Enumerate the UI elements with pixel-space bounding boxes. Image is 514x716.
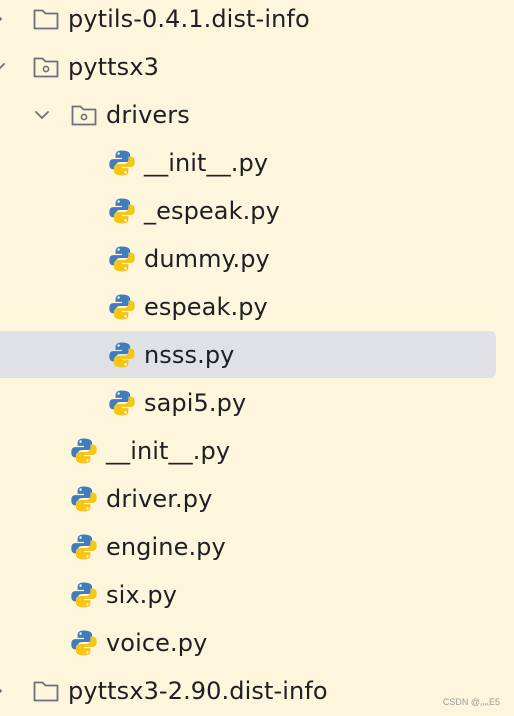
package-folder-icon <box>70 101 98 129</box>
python-file-icon <box>108 245 136 273</box>
selection-highlight <box>0 331 496 378</box>
python-file-icon <box>108 293 136 321</box>
project-tree: pytils-0.4.1.dist-info pyttsx3 drivers _… <box>0 0 514 716</box>
tree-row-file[interactable]: driver.py <box>0 475 514 523</box>
python-file-icon <box>70 581 98 609</box>
tree-row-pyttsx3-dist-info[interactable]: pyttsx3-2.90.dist-info <box>0 667 514 715</box>
tree-row-file[interactable]: __init__.py <box>0 427 514 475</box>
tree-item-label: six.py <box>106 581 178 609</box>
tree-row-file[interactable]: __init__.py <box>0 139 514 187</box>
tree-item-label: dummy.py <box>144 245 270 273</box>
tree-item-label: pytils-0.4.1.dist-info <box>68 5 310 33</box>
tree-item-label: __init__.py <box>144 149 269 177</box>
tree-item-label: nsss.py <box>144 341 235 369</box>
python-file-icon <box>108 149 136 177</box>
tree-row-pyttsx3[interactable]: pyttsx3 <box>0 43 514 91</box>
tree-row-file[interactable]: dummy.py <box>0 235 514 283</box>
python-file-icon <box>108 197 136 225</box>
package-folder-icon <box>32 53 60 81</box>
tree-item-label: driver.py <box>106 485 213 513</box>
watermark: CSDN @灬E5 <box>442 697 500 707</box>
tree-row-file[interactable]: espeak.py <box>0 283 514 331</box>
python-file-icon <box>108 389 136 417</box>
tree-item-label: __init__.py <box>106 437 231 465</box>
tree-item-label: _espeak.py <box>144 197 280 225</box>
tree-row-file-selected[interactable]: nsss.py <box>0 331 514 379</box>
chevron-right-icon[interactable] <box>0 7 10 31</box>
folder-icon <box>32 677 60 705</box>
python-file-icon <box>70 533 98 561</box>
chevron-right-icon[interactable] <box>0 679 10 703</box>
tree-row-file[interactable]: sapi5.py <box>0 379 514 427</box>
python-file-icon <box>70 485 98 513</box>
python-file-icon <box>70 437 98 465</box>
tree-item-label: espeak.py <box>144 293 268 321</box>
tree-item-label: pyttsx3-2.90.dist-info <box>68 677 328 705</box>
tree-row-file[interactable]: six.py <box>0 571 514 619</box>
tree-row-file[interactable]: _espeak.py <box>0 187 514 235</box>
chevron-down-icon[interactable] <box>30 103 54 127</box>
chevron-down-icon[interactable] <box>0 55 10 79</box>
python-file-icon <box>70 629 98 657</box>
tree-row-pytils-dist-info[interactable]: pytils-0.4.1.dist-info <box>0 0 514 43</box>
tree-row-file[interactable]: engine.py <box>0 523 514 571</box>
python-file-icon <box>108 341 136 369</box>
tree-item-label: engine.py <box>106 533 226 561</box>
tree-item-label: sapi5.py <box>144 389 247 417</box>
tree-item-label: voice.py <box>106 629 208 657</box>
tree-row-file[interactable]: voice.py <box>0 619 514 667</box>
folder-icon <box>32 5 60 33</box>
tree-item-label: drivers <box>106 101 190 129</box>
tree-item-label: pyttsx3 <box>68 53 159 81</box>
tree-row-drivers[interactable]: drivers <box>0 91 514 139</box>
